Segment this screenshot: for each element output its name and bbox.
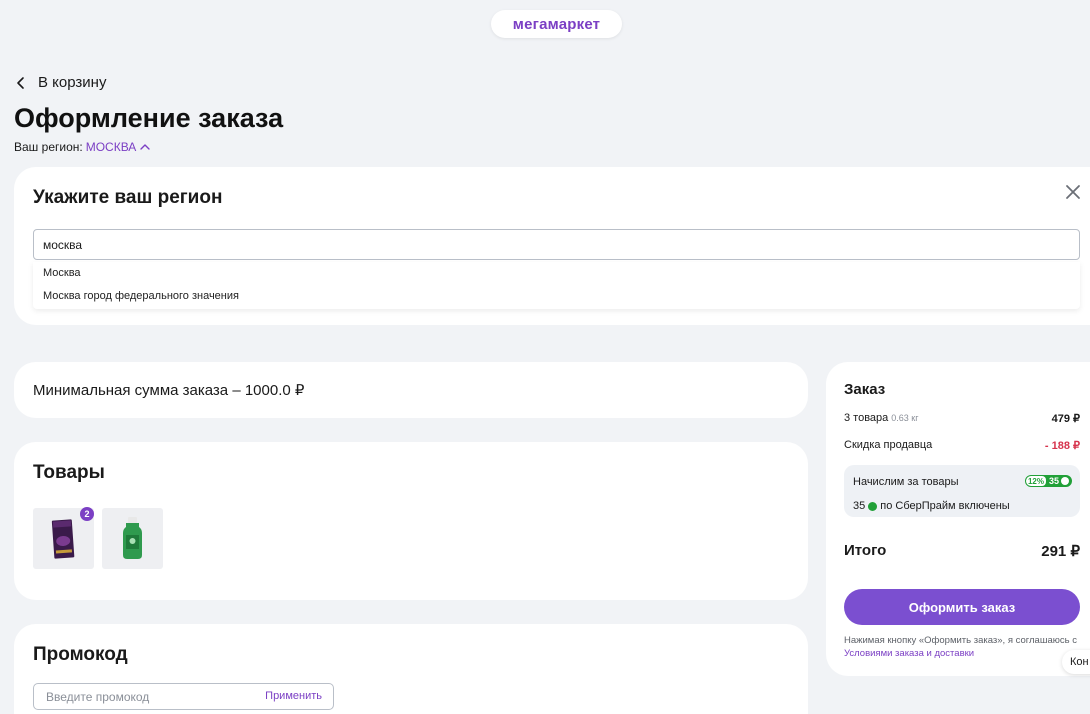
bonus-amount: 35: [1048, 476, 1059, 486]
region-picker-card: Укажите ваш регион Москва Москва город ф…: [14, 167, 1090, 325]
min-order-text: Минимальная сумма заказа – 1000.0 ₽: [33, 382, 305, 399]
logo[interactable]: мегамаркет: [491, 10, 622, 38]
order-title: Заказ: [844, 381, 886, 398]
prime-bonus-text: по СберПрайм включены: [880, 500, 1010, 512]
goods-card: Товары 2: [14, 442, 808, 600]
total-row: Итого 291 ₽: [844, 542, 1080, 560]
order-summary-card: Заказ 3 товара 0.63 кг 479 ₽ Скидка прода…: [826, 362, 1090, 676]
back-to-cart-link[interactable]: В корзину: [14, 74, 106, 91]
sberspasibo-icon: [868, 501, 878, 511]
place-order-button[interactable]: Оформить заказ: [844, 589, 1080, 625]
close-icon[interactable]: [1064, 183, 1082, 201]
total-value: 291 ₽: [1041, 543, 1080, 560]
bonus-box: Начислим за товары 12% 35 35 по СберПрай…: [844, 465, 1080, 517]
bonus-tag: 12% 35: [1024, 475, 1072, 487]
suggestion-item[interactable]: Москва город федерального значения: [43, 290, 239, 302]
terms-link[interactable]: Условиями заказа и доставки: [844, 648, 974, 659]
region-label: Ваш регион:: [14, 140, 83, 154]
region-search-input[interactable]: [33, 229, 1080, 260]
region-value: МОСКВА: [85, 140, 137, 154]
legal-prefix: Нажимая кнопку «Оформить заказ», я согла…: [844, 635, 1077, 646]
promo-field: Применить: [33, 683, 334, 710]
discount-label: Скидка продавца: [844, 439, 933, 451]
suggestion-item[interactable]: Москва: [43, 267, 81, 279]
region-picker-title: Укажите ваш регион: [33, 187, 223, 208]
promo-title: Промокод: [33, 644, 128, 665]
bonus-percent: 12%: [1025, 476, 1046, 486]
chevron-up-icon: [140, 144, 151, 150]
promo-input[interactable]: [35, 685, 235, 708]
region-line: Ваш регион: МОСКВА: [14, 140, 151, 154]
discount-row: Скидка продавца - 188 ₽: [844, 439, 1080, 452]
items-weight: 0.63 кг: [891, 413, 919, 423]
goods-title: Товары: [33, 462, 105, 483]
promo-card: Промокод Применить: [14, 624, 808, 714]
region-selector[interactable]: МОСКВА: [86, 140, 151, 154]
items-sum: 479 ₽: [1051, 413, 1080, 425]
discount-value: - 188 ₽: [1044, 440, 1080, 452]
product-thumbnail-chocolate[interactable]: 2: [33, 507, 94, 569]
chevron-left-icon: [17, 76, 24, 89]
total-label: Итого: [844, 542, 887, 559]
chat-button[interactable]: Кон: [1062, 650, 1090, 674]
product-thumbnail-bottle[interactable]: [102, 508, 163, 569]
items-count: 3 товара: [844, 412, 889, 424]
prime-bonus-line: 35 по СберПрайм включены: [853, 500, 1010, 512]
legal-text: Нажимая кнопку «Оформить заказ», я согла…: [844, 634, 1084, 660]
items-row: 3 товара 0.63 кг 479 ₽: [844, 412, 1080, 425]
logo-text: мегамаркет: [512, 15, 601, 33]
region-suggestions: Москва Москва город федерального значени…: [33, 262, 1080, 309]
page-title: Оформление заказа: [14, 103, 284, 133]
apply-promo-button[interactable]: Применить: [265, 690, 322, 702]
prime-bonus-amount: 35: [853, 500, 866, 512]
bottle-image: [123, 517, 142, 559]
bonus-label: Начислим за товары: [853, 476, 959, 488]
quantity-badge: 2: [80, 507, 94, 521]
chat-label: Кон: [1070, 656, 1089, 668]
back-label: В корзину: [38, 74, 107, 91]
sberspasibo-icon: [1061, 477, 1069, 485]
min-order-card: Минимальная сумма заказа – 1000.0 ₽: [14, 362, 808, 418]
